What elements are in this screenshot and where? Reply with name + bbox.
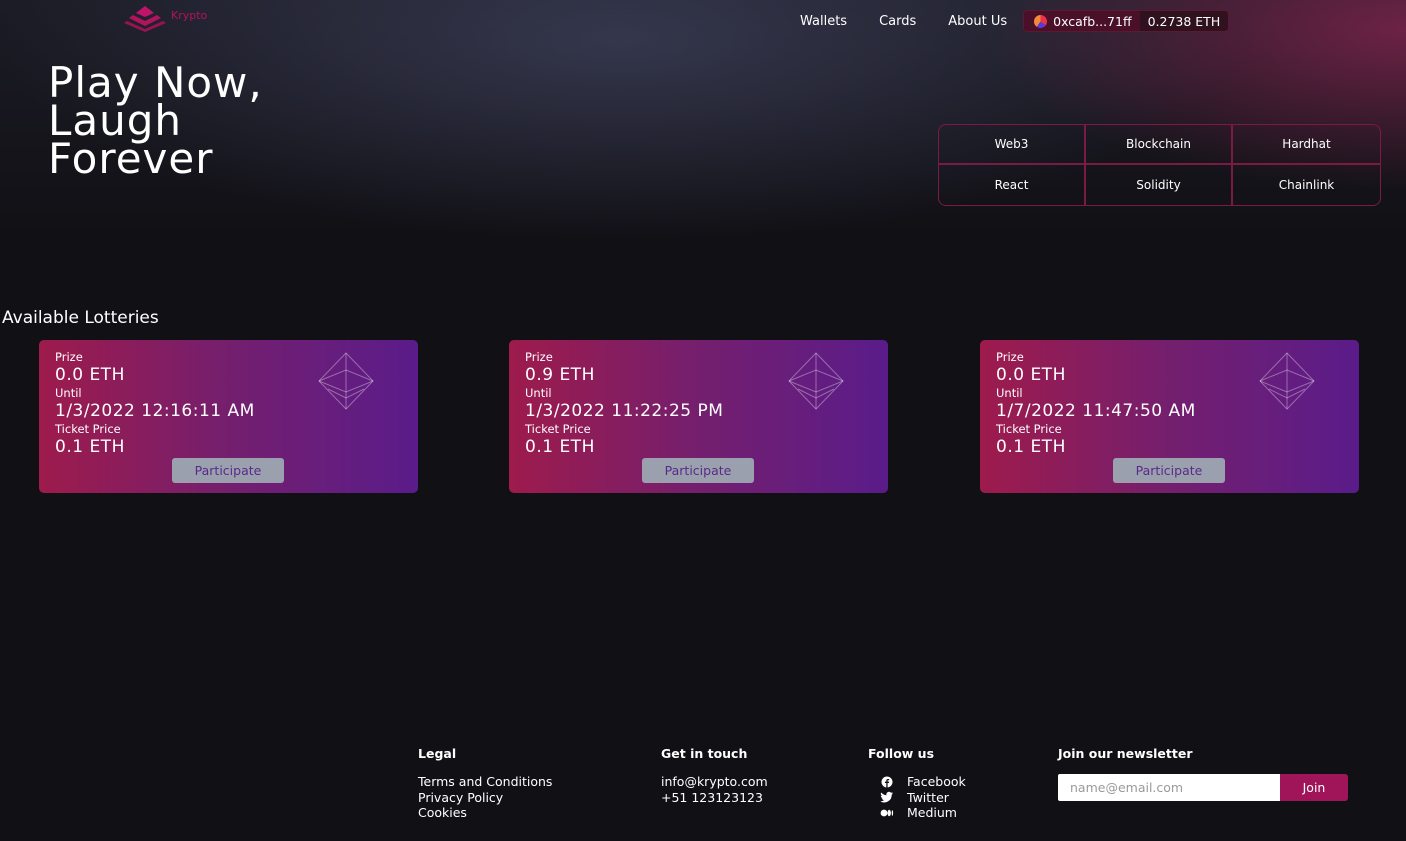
social-label: Medium <box>907 805 957 820</box>
tech-item-hardhat: Hardhat <box>1233 125 1380 165</box>
wallet-button[interactable]: 0xcafb...71ff 0.2738 ETH <box>1023 10 1230 32</box>
social-label: Twitter <box>907 789 949 805</box>
footer-newsletter-title: Join our newsletter <box>1058 746 1193 761</box>
social-label: Facebook <box>907 774 966 789</box>
newsletter-join-button[interactable]: Join <box>1280 774 1348 801</box>
facebook-icon <box>881 776 893 788</box>
tech-item-blockchain: Blockchain <box>1086 125 1233 165</box>
contact-email[interactable]: info@krypto.com <box>661 774 768 790</box>
ticket-price-value: 0.1 ETH <box>525 437 595 457</box>
participate-button[interactable]: Participate <box>642 458 754 483</box>
social-medium[interactable]: Medium <box>880 805 966 821</box>
nav-wallets[interactable]: Wallets <box>800 14 847 29</box>
tech-stack-grid: Web3 Blockchain Hardhat React Solidity C… <box>938 124 1381 206</box>
social-twitter[interactable]: Twitter <box>880 790 966 806</box>
ethereum-icon <box>1259 352 1315 410</box>
footer-social-title: Follow us <box>868 746 935 761</box>
tech-item-chainlink: Chainlink <box>1278 178 1335 192</box>
social-facebook[interactable]: Facebook <box>880 774 966 790</box>
tech-item-solidity: Solidity <box>1086 165 1233 205</box>
medium-icon <box>880 809 894 817</box>
wallet-address: 0xcafb...71ff <box>1053 13 1132 29</box>
footer-legal-links: Terms and Conditions Privacy Policy Cook… <box>418 774 552 821</box>
tech-item-react: React <box>939 165 1086 205</box>
link-terms[interactable]: Terms and Conditions <box>418 774 552 790</box>
footer-social-links: Facebook Twitter Medium <box>880 774 966 821</box>
newsletter-form: Join <box>1058 774 1348 801</box>
participate-button[interactable]: Participate <box>1113 458 1225 483</box>
ticket-price-value: 0.1 ETH <box>996 437 1066 457</box>
wallet-balance: 0.2738 ETH <box>1147 13 1221 29</box>
ticket-price-label: Ticket Price <box>55 422 121 436</box>
nav-about-us[interactable]: About Us <box>948 14 1007 29</box>
top-nav: Wallets Cards About Us 0xcafb...71ff 0.2… <box>800 10 1230 32</box>
footer-legal-title: Legal <box>418 746 457 761</box>
twitter-icon <box>880 792 893 803</box>
participate-button[interactable]: Participate <box>172 458 284 483</box>
lottery-card: Prize 0.0 ETH Until 1/3/2022 12:16:11 AM… <box>39 340 418 493</box>
ticket-price-label: Ticket Price <box>996 422 1062 436</box>
ticket-price-label: Ticket Price <box>525 422 591 436</box>
link-privacy[interactable]: Privacy Policy <box>418 790 552 806</box>
lottery-card: Prize 0.0 ETH Until 1/7/2022 11:47:50 AM… <box>980 340 1359 493</box>
hero-title-line: Forever <box>48 134 214 183</box>
tech-item-web3: Web3 <box>939 125 1086 165</box>
pyramid-logo-icon <box>124 6 166 32</box>
link-cookies[interactable]: Cookies <box>418 805 552 821</box>
ethereum-icon <box>788 352 844 410</box>
footer-contact: info@krypto.com +51 123123123 <box>661 774 768 805</box>
contact-phone: +51 123123123 <box>661 789 763 805</box>
nav-cards[interactable]: Cards <box>879 14 916 29</box>
footer-contact-title: Get in touch <box>661 746 748 761</box>
ticket-price-value: 0.1 ETH <box>55 437 125 457</box>
newsletter-email-input[interactable] <box>1058 774 1280 801</box>
logo[interactable]: Krypto <box>123 2 233 34</box>
wallet-address-section: 0xcafb...71ff <box>1024 11 1140 31</box>
lottery-card: Prize 0.9 ETH Until 1/3/2022 11:22:25 PM… <box>509 340 888 493</box>
hero-title: Play Now, Laugh Forever <box>48 62 263 183</box>
ethereum-icon <box>318 352 374 410</box>
section-title-lotteries: Available Lotteries <box>2 308 159 328</box>
wallet-identicon-icon <box>1034 14 1048 28</box>
logo-text: Krypto <box>171 8 208 22</box>
